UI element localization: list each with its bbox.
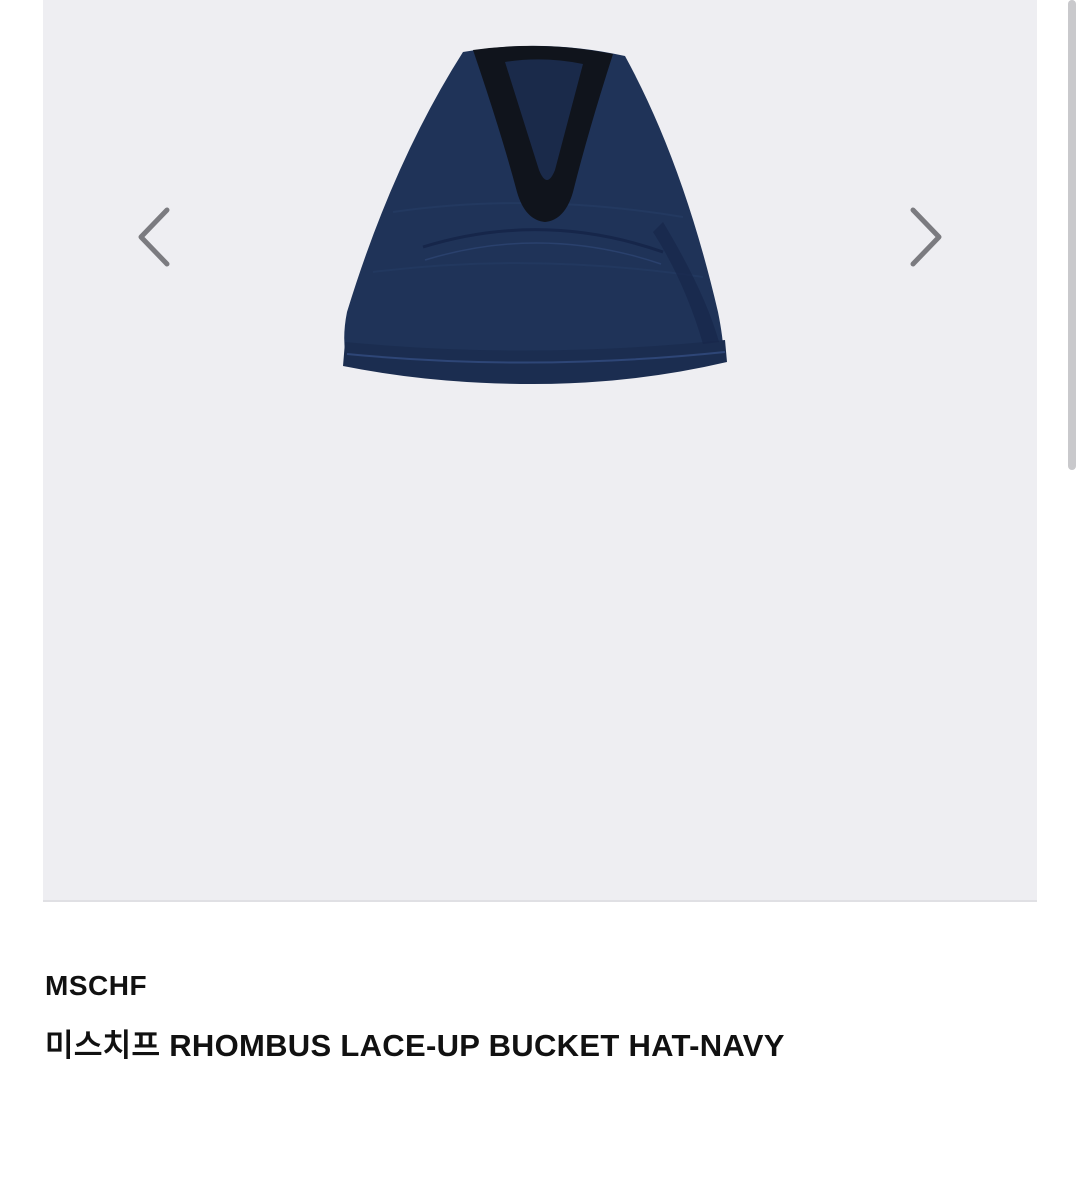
- product-page: MSCHF 미스치프 RHOMBUS LACE-UP BUCKET HAT-NA…: [0, 0, 1080, 1200]
- brand-name[interactable]: MSCHF: [45, 970, 147, 1002]
- scrollbar[interactable]: [1068, 0, 1076, 470]
- product-title: 미스치프 RHOMBUS LACE-UP BUCKET HAT-NAVY: [45, 1028, 785, 1063]
- chevron-left-icon: [138, 207, 170, 267]
- previous-image-button[interactable]: [130, 202, 180, 272]
- chevron-right-icon: [910, 207, 942, 267]
- product-image: [343, 45, 727, 384]
- next-image-button[interactable]: [900, 202, 950, 272]
- product-image-gallery[interactable]: [43, 0, 1037, 902]
